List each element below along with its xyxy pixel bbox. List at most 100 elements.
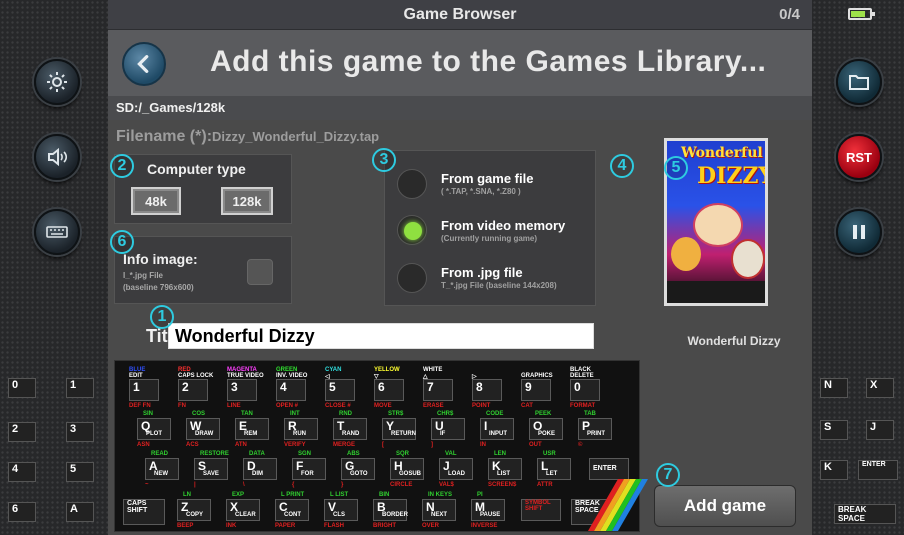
key-bottom-label: PAPER (275, 523, 296, 529)
key-bottom-label: ATTR (537, 482, 553, 488)
key-7[interactable]: 7 (423, 379, 453, 401)
key-keyword: GOTO (350, 471, 368, 477)
key-keyword: BORDER (382, 512, 409, 518)
key-4[interactable]: 4 (276, 379, 306, 401)
key-bottom-label: LINE (227, 403, 241, 409)
mini-key-2[interactable]: 2 (8, 422, 36, 442)
key-bottom-label: ASN (137, 442, 150, 448)
key-symbol-shift[interactable]: SYMBOL SHIFT (521, 499, 561, 521)
mini-key-a[interactable]: A (66, 502, 94, 522)
key-9[interactable]: 9 (521, 379, 551, 401)
radio-from-jpg-file[interactable] (397, 263, 427, 293)
computer-type-label: Computer type (147, 161, 246, 177)
mini-key-n[interactable]: N (820, 378, 848, 398)
key-keyword: RETURN (391, 431, 416, 437)
key-bottom-label: VAL$ (439, 482, 454, 488)
callout-2: 2 (110, 154, 134, 178)
key-bottom-label: OVER (422, 523, 440, 529)
header: Add this game to the Games Library... (108, 30, 812, 96)
callout-4: 4 (610, 154, 634, 178)
key-top-label: ABS (347, 451, 360, 457)
key-bottom-label: \ (243, 482, 245, 488)
key-enter[interactable]: ENTER (589, 458, 629, 480)
key-0[interactable]: 0 (570, 379, 600, 401)
cover-art-title: Wonderful (681, 145, 763, 161)
current-path: SD:/_Games/128k (108, 96, 812, 120)
keyboard-icon (46, 226, 68, 238)
keyboard-toggle-button[interactable] (34, 209, 80, 255)
key-8[interactable]: 8 (472, 379, 502, 401)
pause-button[interactable] (836, 209, 882, 255)
key-2[interactable]: 2 (178, 379, 208, 401)
settings-button[interactable] (34, 59, 80, 105)
mini-key-x[interactable]: X (866, 378, 894, 398)
key-top-label: SGN (298, 451, 312, 457)
radio-from-game-file[interactable] (397, 169, 427, 199)
key-keyword: LIST (497, 471, 510, 477)
key-bottom-label: DEF FN (129, 403, 151, 409)
cover-game-name: Wonderful Dizzy (687, 334, 781, 348)
key-keyword: CLS (333, 512, 345, 518)
add-game-button[interactable]: Add game (654, 485, 796, 527)
key-bottom-label: CLOSE # (325, 403, 351, 409)
mini-key-3[interactable]: 3 (66, 422, 94, 442)
key-u[interactable]: U (431, 418, 465, 440)
chevron-left-icon (137, 55, 149, 73)
mini-key-enter[interactable]: ENTER (858, 460, 898, 480)
callout-3: 3 (372, 148, 396, 172)
cover-figure-right (731, 239, 765, 279)
pause-icon (853, 225, 865, 239)
key-caps-shift[interactable]: CAPS SHIFT (123, 499, 165, 525)
key-bottom-label: CAT (521, 403, 533, 409)
mini-key-0[interactable]: 0 (8, 378, 36, 398)
key-keyword: COPY (186, 512, 204, 518)
key-3[interactable]: 3 (227, 379, 257, 401)
key-bottom-label: IN (480, 442, 486, 448)
filename-label: Filename (*): (116, 128, 213, 145)
right-sidebar: RST N X S J K ENTER BREAK SPACE (812, 0, 904, 535)
key-1[interactable]: 1 (129, 379, 159, 401)
key-keyword: NEW (154, 471, 168, 477)
info-image-checkbox[interactable] (247, 259, 273, 285)
48k-button[interactable]: 48k (131, 187, 181, 215)
key-bottom-label: © (578, 442, 583, 448)
key-6[interactable]: 6 (374, 379, 404, 401)
key-bottom-label: FORMAT (570, 403, 596, 409)
key-5[interactable]: 5 (325, 379, 355, 401)
key-keyword: SAVE (203, 471, 219, 477)
sound-button[interactable] (34, 134, 80, 180)
callout-7: 7 (656, 463, 680, 487)
key-top-label: SIN (143, 411, 154, 417)
callout-6: 6 (110, 230, 134, 254)
mini-key-6[interactable]: 6 (8, 502, 36, 522)
open-folder-button[interactable] (836, 59, 882, 105)
key-keyword: GOSUB (399, 471, 422, 477)
key-keyword: NEXT (431, 512, 448, 518)
mini-key-k[interactable]: K (820, 460, 848, 480)
title-input[interactable] (168, 323, 594, 349)
back-button[interactable] (122, 42, 166, 86)
key-top-label: STR$ (388, 411, 404, 417)
key-bottom-label: SCREEN$ (488, 482, 517, 488)
key-keyword: REM (244, 431, 258, 437)
reset-button[interactable]: RST (836, 134, 882, 180)
mini-key-5[interactable]: 5 (66, 462, 94, 482)
mini-key-4[interactable]: 4 (8, 462, 36, 482)
key-bottom-label: INK (226, 523, 237, 529)
spectrum-keyboard: BLUE EDIT 1 DEF FN RED CAPS LOCK 2 FN MAGENTA TRU… (114, 360, 649, 532)
cover-character (693, 203, 743, 247)
info-image-label: Info image: (123, 251, 198, 267)
mini-key-break-space[interactable]: BREAK SPACE (834, 504, 896, 524)
key-keyword: DRAW (195, 431, 214, 437)
128k-button[interactable]: 128k (221, 187, 273, 215)
mini-key-1[interactable]: 1 (66, 378, 94, 398)
key-keyword: DIM (252, 471, 263, 477)
speaker-icon (48, 147, 68, 167)
key-bottom-label: } (341, 482, 344, 488)
key-bottom-label: ] (431, 442, 433, 448)
filename-value: Dizzy_Wonderful_Dizzy.tap (212, 129, 380, 144)
mini-key-s[interactable]: S (820, 420, 848, 440)
mini-key-j[interactable]: J (866, 420, 894, 440)
option-label-jpg-file: From .jpg file (441, 265, 523, 280)
radio-from-video-memory[interactable] (397, 215, 427, 245)
